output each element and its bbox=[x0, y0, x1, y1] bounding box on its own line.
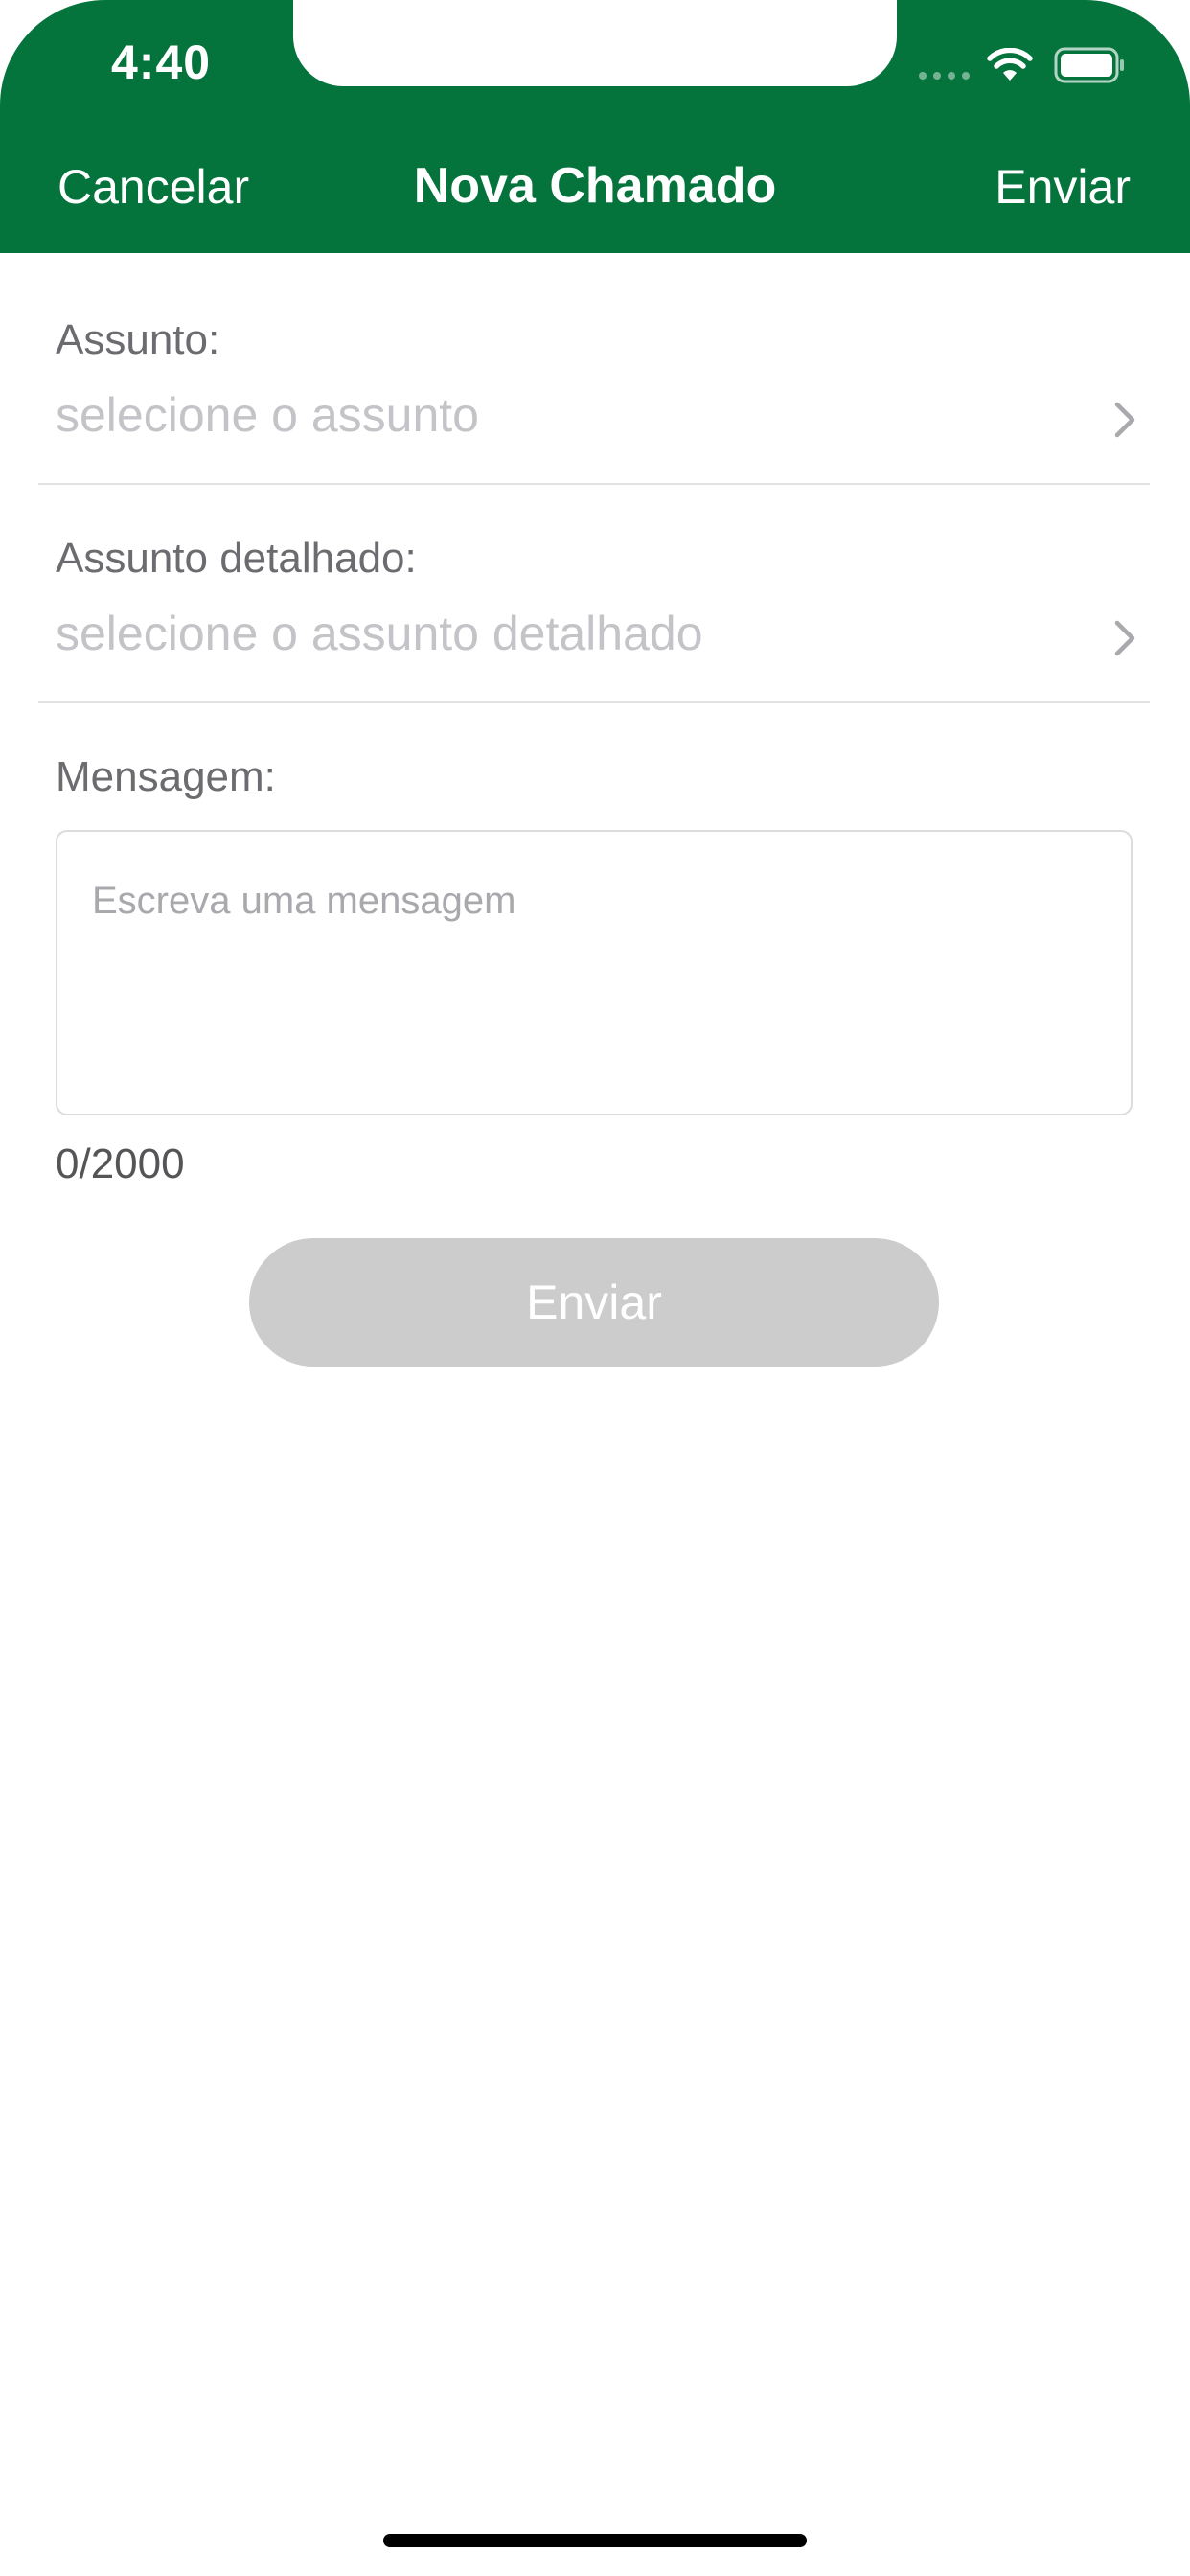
message-input[interactable] bbox=[56, 830, 1133, 1116]
cellular-signal-icon bbox=[919, 72, 970, 80]
chevron-right-icon bbox=[1114, 620, 1135, 656]
chevron-right-icon bbox=[1114, 402, 1135, 438]
detailed-subject-label: Assunto detalhado: bbox=[56, 535, 417, 582]
subject-placeholder: selecione o assunto bbox=[56, 388, 479, 442]
subject-select[interactable]: selecione o assunto bbox=[38, 378, 1150, 485]
message-label: Mensagem: bbox=[56, 753, 276, 800]
submit-button[interactable]: Enviar bbox=[249, 1238, 939, 1367]
home-indicator[interactable] bbox=[383, 2534, 807, 2547]
detailed-subject-select[interactable]: selecione o assunto detalhado bbox=[38, 596, 1150, 703]
device-notch bbox=[293, 0, 897, 86]
subject-label: Assunto: bbox=[56, 316, 220, 363]
character-counter: 0/2000 bbox=[56, 1140, 185, 1187]
battery-icon bbox=[1054, 47, 1124, 83]
wifi-icon bbox=[987, 48, 1033, 80]
send-nav-button[interactable]: Enviar bbox=[995, 159, 1131, 215]
status-time: 4:40 bbox=[111, 35, 212, 89]
detailed-subject-placeholder: selecione o assunto detalhado bbox=[56, 607, 703, 660]
